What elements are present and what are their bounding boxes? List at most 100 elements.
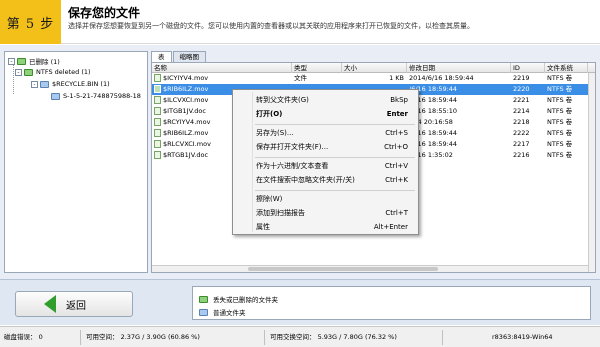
status-divider: [264, 330, 265, 345]
deleted-folder-icon: [199, 295, 208, 303]
file-date: /8/4 20:16:58: [409, 118, 453, 126]
folder-icon: [40, 80, 49, 88]
menu-item-label: 保存并打开文件夹(F)...: [256, 143, 329, 151]
file-date: /6/16 18:59:44: [409, 85, 458, 93]
file-icon: [154, 96, 161, 104]
file-date: /6/16 18:59:44: [409, 129, 458, 137]
context-menu: 转到父文件夹(G) BkSp 打开(O) Enter 另存为(S)... Ctr…: [232, 89, 419, 235]
file-icon: [154, 74, 161, 82]
col-type[interactable]: 类型: [292, 63, 342, 73]
menu-separator: [255, 157, 415, 158]
file-name: $ITGB1JV.doc: [163, 107, 206, 115]
menu-item-properties[interactable]: 属性 Alt+Enter: [233, 221, 418, 234]
menu-item-view-hex[interactable]: 作为十六进制/文本查看 Ctrl+V: [233, 160, 418, 173]
status-build: r8363:8419-Win64: [492, 333, 553, 341]
col-size[interactable]: 大小: [342, 63, 407, 73]
menu-item-label: 作为十六进制/文本查看: [256, 162, 329, 170]
tree-item-recycle-bin[interactable]: - $RECYCLE.BIN (1): [31, 79, 110, 89]
collapse-icon[interactable]: -: [15, 68, 22, 76]
tree-item-deleted[interactable]: - 已删除 (1): [8, 56, 60, 66]
back-button[interactable]: 返回: [15, 291, 133, 317]
status-disk-errors: 磁盘错误： 0: [4, 333, 43, 341]
page-description: 选择并保存您想要恢复到另一个磁盘的文件。您可以使用内置的查看器或以其关联的应用程…: [68, 22, 474, 30]
menu-item-label: 擦除(W): [256, 195, 283, 203]
col-name[interactable]: 名称: [152, 63, 292, 73]
menu-item-shortcut: Ctrl+V: [384, 162, 408, 170]
col-modified[interactable]: 修改日期: [407, 63, 511, 73]
collapse-icon[interactable]: -: [31, 80, 38, 88]
file-date: /6/16 18:55:10: [409, 107, 458, 115]
file-id: 2217: [513, 140, 530, 148]
file-icon: [154, 151, 161, 159]
file-fs: NTFS 卷: [547, 151, 573, 159]
legend-normal-folder: 普通文件夹: [199, 307, 246, 317]
col-filesystem[interactable]: 文件系统: [545, 63, 588, 73]
menu-item-label: 添加到扫描报告: [256, 209, 305, 217]
horizontal-scrollbar[interactable]: [152, 265, 588, 272]
step-badge: 第 5 步: [0, 0, 61, 44]
file-icon: [154, 85, 161, 93]
col-id[interactable]: ID: [511, 63, 545, 73]
folder-icon: [17, 57, 26, 65]
menu-item-shortcut: Ctrl+K: [385, 176, 408, 184]
collapse-icon[interactable]: -: [8, 57, 15, 65]
menu-item-save-and-open-folder[interactable]: 保存并打开文件夹(F)... Ctrl+O: [233, 141, 418, 154]
file-date: /4/16 1:35:02: [409, 151, 453, 159]
file-icon: [154, 118, 161, 126]
legend-deleted-folder: 丢失或已删除的文件夹: [199, 294, 278, 304]
vertical-scrollbar[interactable]: [588, 73, 595, 272]
file-name: $RIB6ILZ.mov: [163, 85, 209, 93]
menu-item-ignore-folder[interactable]: 在文件搜索中忽略文件夹(开/关) Ctrl+K: [233, 174, 418, 187]
folder-icon: [51, 92, 60, 100]
menu-item-add-to-report[interactable]: 添加到扫描报告 Ctrl+T: [233, 207, 418, 220]
legend-label: 普通文件夹: [213, 309, 246, 317]
bottom-panel: 返回 丢失或已删除的文件夹 普通文件夹: [0, 279, 600, 325]
file-fs: NTFS 卷: [547, 140, 573, 148]
tree-item-label: 已删除 (1): [29, 58, 60, 66]
file-id: 2221: [513, 96, 530, 104]
folder-tree[interactable]: - 已删除 (1) - NTFS deleted (1) - $RECYCLE.…: [4, 51, 148, 273]
file-name: $ILCVXCI.mov: [163, 96, 209, 104]
file-id: 2214: [513, 107, 530, 115]
folder-legend: 丢失或已删除的文件夹 普通文件夹: [192, 286, 591, 320]
normal-folder-icon: [199, 308, 208, 316]
menu-item-shortcut: BkSp: [390, 96, 408, 104]
menu-item-shortcut: Ctrl+S: [385, 129, 408, 137]
menu-item-wipe[interactable]: 擦除(W): [233, 193, 418, 206]
status-free-swap: 可用交换空间： 5.93G / 7.80G (76.32 %): [270, 333, 397, 341]
file-size: 1 KB: [389, 74, 404, 82]
tree-item-sid-folder[interactable]: S-1-5-21-748875988-18: [51, 91, 141, 101]
view-tabs: 表 缩略图: [151, 51, 207, 62]
file-date: /6/16 18:59:44: [409, 96, 458, 104]
file-name: $RLCVXCI.mov: [163, 140, 211, 148]
menu-item-open[interactable]: 打开(O) Enter: [233, 108, 418, 121]
tab-thumbnails[interactable]: 缩略图: [172, 51, 206, 62]
file-fs: NTFS 卷: [547, 96, 573, 104]
menu-item-shortcut: Enter: [386, 110, 408, 118]
table-row[interactable]: $ICYIYV4.mov 文件 1 KB 2014/6/16 18:59:44 …: [152, 73, 595, 84]
file-name: $ICYIYV4.mov: [163, 74, 209, 82]
tab-table[interactable]: 表: [151, 51, 172, 62]
scrollbar-thumb[interactable]: [248, 267, 438, 271]
menu-item-shortcut: Ctrl+T: [385, 209, 408, 217]
file-type: 文件: [294, 74, 307, 82]
menu-item-go-to-parent[interactable]: 转到父文件夹(G) BkSp: [233, 94, 418, 107]
folder-icon: [24, 68, 33, 76]
status-divider: [442, 330, 443, 345]
menu-item-shortcut: Alt+Enter: [373, 223, 408, 231]
tree-item-ntfs-deleted[interactable]: - NTFS deleted (1): [15, 67, 91, 77]
menu-separator: [255, 190, 415, 191]
tree-item-label: $RECYCLE.BIN (1): [52, 80, 110, 88]
file-fs: NTFS 卷: [547, 129, 573, 137]
menu-separator: [255, 124, 415, 125]
file-id: 2220: [513, 85, 530, 93]
file-name: $RTGB1JV.doc: [163, 151, 209, 159]
file-name: $RIB6ILZ.mov: [163, 129, 209, 137]
menu-item-label: 转到父文件夹(G): [256, 96, 309, 104]
file-id: 2218: [513, 118, 530, 126]
arrow-left-icon: [44, 295, 56, 313]
file-fs: NTFS 卷: [547, 107, 573, 115]
menu-item-shortcut: Ctrl+O: [384, 143, 408, 151]
menu-item-save-as[interactable]: 另存为(S)... Ctrl+S: [233, 127, 418, 140]
menu-item-label: 另存为(S)...: [256, 129, 294, 137]
